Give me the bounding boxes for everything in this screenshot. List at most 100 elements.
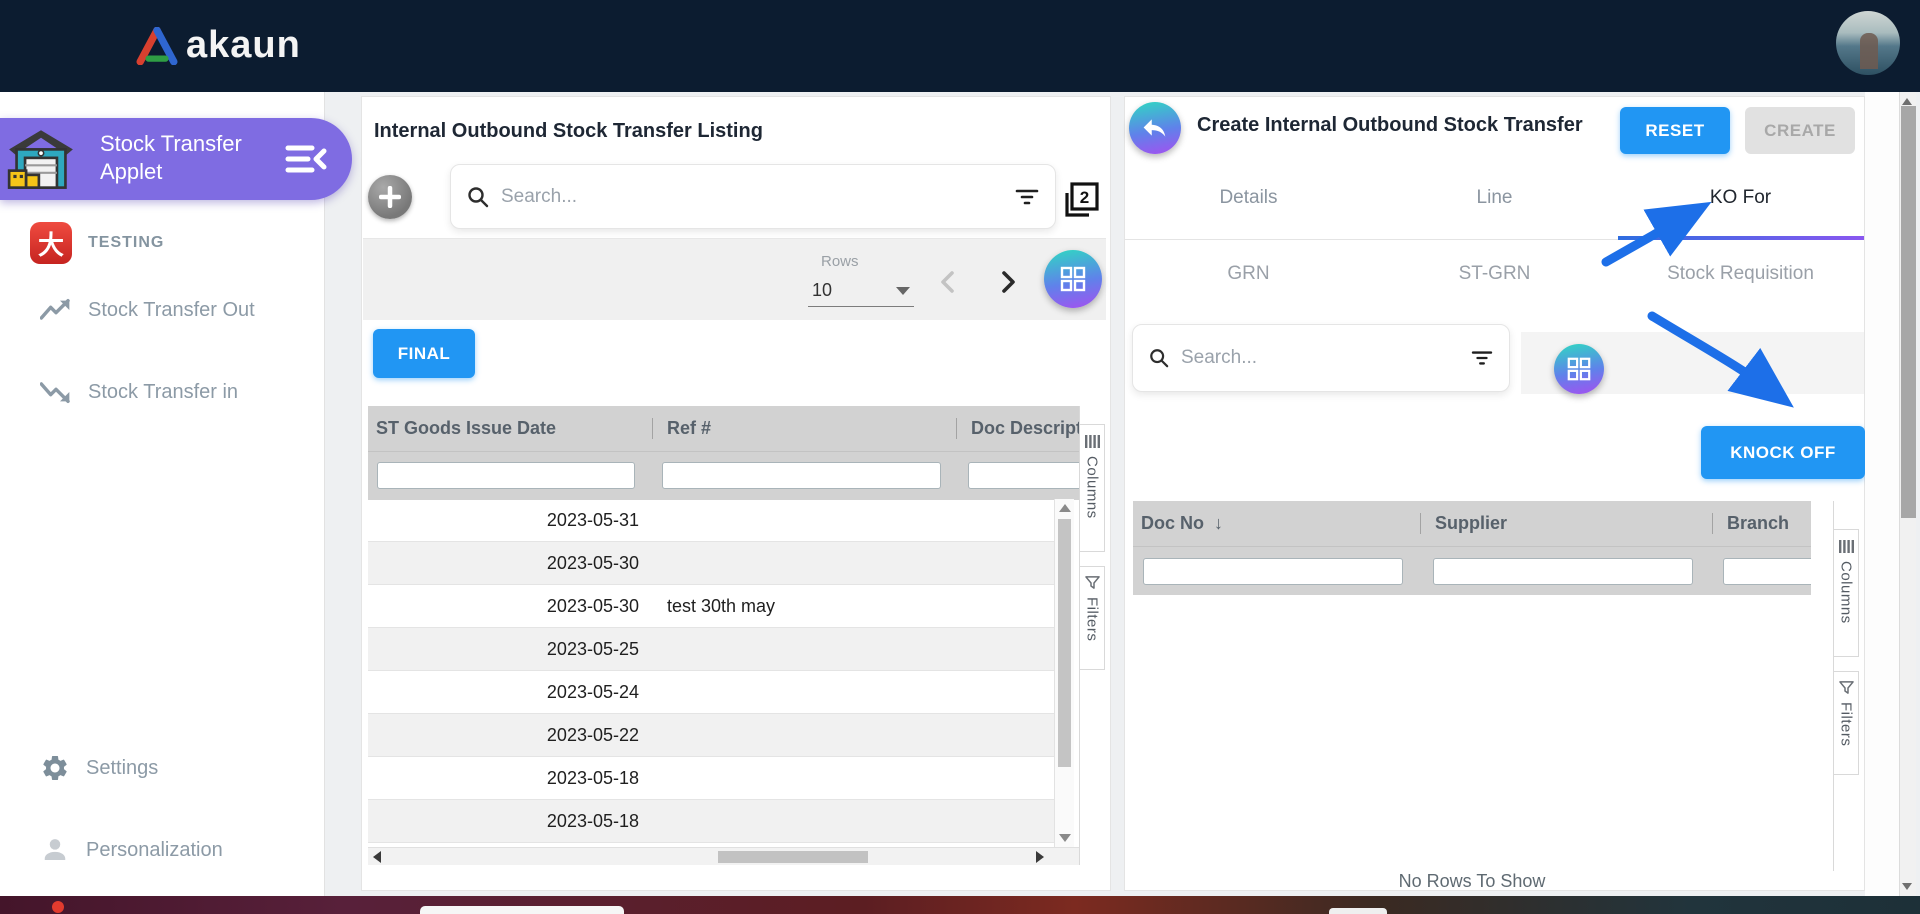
applet-header[interactable]: Stock Transfer Applet: [0, 118, 352, 200]
rows-per-page-select[interactable]: 10: [808, 275, 914, 307]
cell-date: 2023-05-25: [368, 639, 653, 660]
tab-details[interactable]: Details: [1125, 187, 1372, 209]
tab-line[interactable]: Line: [1371, 187, 1618, 209]
scroll-down-arrow[interactable]: [1902, 883, 1912, 890]
filter-list-icon[interactable]: [1015, 187, 1039, 207]
scrollbar-thumb[interactable]: [718, 851, 868, 863]
create-button[interactable]: CREATE: [1745, 107, 1855, 154]
sidebar-item-testing[interactable]: 大 TESTING: [30, 222, 164, 264]
tool-panel-tab-filters[interactable]: Filters: [1080, 566, 1105, 670]
sidebar-item-settings[interactable]: Settings: [40, 753, 158, 783]
filter-list-icon[interactable]: [1471, 349, 1493, 367]
app-screen: akaun Stock Transfer Applet 大: [0, 0, 1920, 914]
scroll-up-arrow[interactable]: [1902, 98, 1912, 105]
knock-off-button[interactable]: KNOCK OFF: [1701, 426, 1865, 479]
taskbar-item: [420, 906, 624, 914]
filters-funnel-icon: [1839, 681, 1854, 695]
grid-icon: [1566, 356, 1592, 382]
trending-up-icon: [40, 298, 72, 322]
table-filter-row: [368, 451, 1079, 500]
person-icon: [40, 835, 70, 865]
sidebar-item-personalization[interactable]: Personalization: [40, 835, 223, 865]
filter-input-supplier[interactable]: [1433, 558, 1693, 585]
scroll-up-arrow[interactable]: [1059, 504, 1071, 512]
table-row[interactable]: 2023-05-25: [368, 628, 1054, 671]
table-vertical-scrollbar[interactable]: [1054, 499, 1074, 847]
tool-panel-tab-filters[interactable]: Filters: [1834, 671, 1859, 775]
pagination-bar: Rows 10: [363, 238, 1106, 320]
filter-input-branch[interactable]: [1723, 558, 1811, 585]
sidebar-item-label: Stock Transfer in: [88, 381, 238, 404]
scrollbar-thumb[interactable]: [1058, 519, 1071, 767]
chevron-down-icon: [896, 287, 910, 295]
subtab-stock-requisition[interactable]: Stock Requisition: [1617, 263, 1864, 285]
reset-button[interactable]: RESET: [1620, 107, 1730, 154]
create-title: Create Internal Outbound Stock Transfer: [1197, 114, 1583, 137]
table-row[interactable]: 2023-05-22: [368, 714, 1054, 757]
filter-input-doc-no[interactable]: [1143, 558, 1403, 585]
knockoff-search-box: [1132, 324, 1510, 392]
desktop-red-dot: [52, 901, 64, 913]
rows-per-page-value: 10: [812, 280, 832, 301]
listing-panel: Internal Outbound Stock Transfer Listing: [361, 96, 1111, 891]
table-row[interactable]: 2023-05-31: [368, 499, 1054, 542]
tool-panel-strip: Columns Filters: [1833, 501, 1858, 871]
table-header-row: ST Goods Issue Date Ref # Doc Descript: [368, 406, 1079, 451]
menu-open-icon[interactable]: [282, 139, 328, 179]
column-header-doc-no[interactable]: Doc No ↓: [1133, 501, 1421, 546]
column-header-supplier[interactable]: Supplier: [1421, 501, 1713, 546]
back-button[interactable]: [1129, 102, 1181, 154]
next-page-icon[interactable]: [995, 269, 1021, 295]
pages-icon[interactable]: 2: [1061, 181, 1101, 219]
scroll-right-arrow[interactable]: [1036, 851, 1044, 863]
rows-label: Rows: [821, 253, 859, 270]
taskbar-item: [1329, 908, 1387, 914]
testing-app-icon: 大: [30, 222, 72, 264]
sidebar-item-label: Stock Transfer Out: [88, 299, 255, 322]
scroll-down-arrow[interactable]: [1059, 834, 1071, 842]
filter-input-doc-description[interactable]: [968, 462, 1079, 489]
tool-panel-tab-columns[interactable]: Columns: [1080, 424, 1105, 552]
sidebar-item-label: Personalization: [86, 839, 223, 862]
tool-panel-tab-columns[interactable]: Columns: [1834, 529, 1859, 657]
sidebar-item-label: Settings: [86, 757, 158, 780]
column-header-ref[interactable]: Ref #: [653, 406, 957, 451]
prev-page-icon[interactable]: [935, 269, 961, 295]
user-avatar[interactable]: [1836, 11, 1900, 75]
table-header-row: Doc No ↓ Supplier Branch: [1133, 501, 1811, 546]
tab-ko-for[interactable]: KO For: [1617, 187, 1864, 209]
grid-view-button[interactable]: [1044, 250, 1102, 308]
listing-table: ST Goods Issue Date Ref # Doc Descript 2…: [368, 406, 1104, 866]
search-input[interactable]: [1179, 346, 1461, 370]
knockoff-table: Doc No ↓ Supplier Branch No Rows To Show: [1133, 501, 1858, 871]
table-row[interactable]: 2023-05-18: [368, 800, 1054, 843]
sidebar-item-stock-transfer-in[interactable]: Stock Transfer in: [40, 380, 238, 404]
table-row[interactable]: 2023-05-18: [368, 757, 1054, 800]
filter-input-ref[interactable]: [662, 462, 941, 489]
scroll-left-arrow[interactable]: [373, 851, 381, 863]
columns-icon: [1085, 434, 1100, 449]
subtab-grn[interactable]: GRN: [1125, 263, 1372, 285]
plus-icon: [379, 186, 401, 208]
page-scrollbar-thumb[interactable]: [1901, 106, 1916, 518]
applet-title: Stock Transfer Applet: [100, 130, 242, 186]
table-row[interactable]: 2023-05-30: [368, 542, 1054, 585]
column-header-branch[interactable]: Branch: [1713, 501, 1811, 546]
desktop-strip: [0, 896, 1920, 914]
table-row[interactable]: 2023-05-30test 30th may: [368, 585, 1054, 628]
table-row[interactable]: 2023-05-24: [368, 671, 1054, 714]
add-button[interactable]: [368, 175, 412, 219]
cell-date: 2023-05-30: [368, 596, 653, 617]
filter-input-date[interactable]: [377, 462, 635, 489]
back-arrow-icon: [1142, 116, 1168, 140]
column-header-doc-description[interactable]: Doc Descript: [957, 406, 1079, 451]
search-input[interactable]: [499, 185, 1005, 209]
column-header-st-goods-issue-date[interactable]: ST Goods Issue Date: [368, 406, 653, 451]
warehouse-icon: [6, 126, 76, 194]
brand-logo[interactable]: akaun: [136, 24, 301, 67]
grid-view-button[interactable]: [1554, 344, 1604, 394]
sidebar-item-stock-transfer-out[interactable]: Stock Transfer Out: [40, 298, 255, 322]
final-button[interactable]: FINAL: [373, 329, 475, 378]
subtab-st-grn[interactable]: ST-GRN: [1371, 263, 1618, 285]
table-horizontal-scrollbar[interactable]: [368, 847, 1079, 865]
